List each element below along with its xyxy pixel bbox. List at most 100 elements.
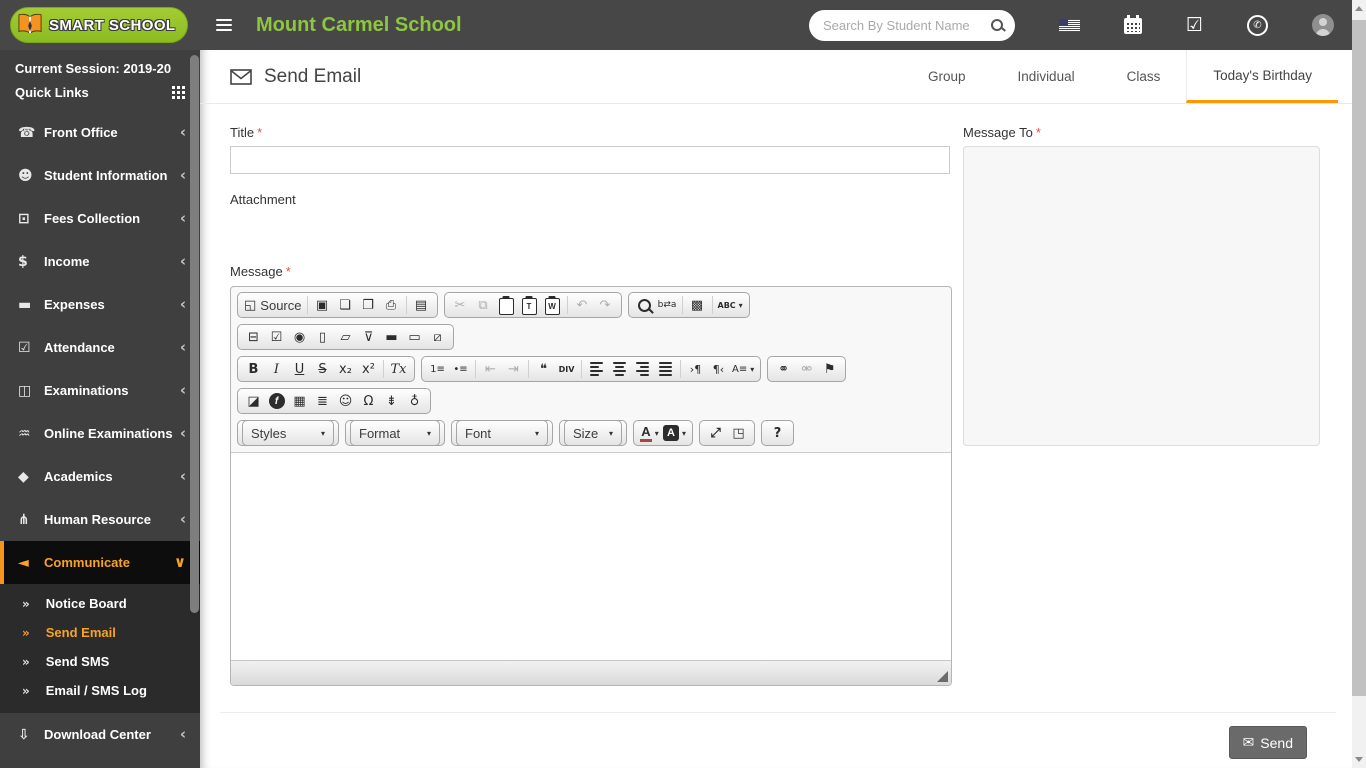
image-button-icon[interactable]: ▭ bbox=[403, 326, 426, 348]
replace-icon[interactable]: b⇄a bbox=[656, 294, 679, 316]
search-input[interactable] bbox=[821, 17, 987, 34]
sidebar-item-homework[interactable]: ⚗Homework‹ bbox=[0, 756, 200, 768]
language-icon[interactable]: A≡▾ bbox=[730, 358, 756, 380]
iframe-icon[interactable]: ♁ bbox=[403, 390, 426, 412]
sidebar-item-fees-collection[interactable]: ⊡Fees Collection‹ bbox=[0, 197, 200, 240]
show-blocks-icon[interactable]: ◳ bbox=[727, 422, 750, 444]
hidden-field-icon[interactable]: ⧄ bbox=[426, 326, 449, 348]
checkbox-icon[interactable]: ☑ bbox=[265, 326, 288, 348]
sidebar-item-income[interactable]: $Income‹ bbox=[0, 240, 200, 283]
templates-icon[interactable]: ▤ bbox=[410, 294, 433, 316]
redo-icon[interactable]: ↷ bbox=[594, 294, 617, 316]
whatsapp-icon[interactable]: ✆ bbox=[1247, 15, 1268, 36]
button-icon[interactable]: ▬ bbox=[380, 326, 403, 348]
bidi-ltr-icon[interactable]: ›¶ bbox=[684, 358, 707, 380]
tab-class[interactable]: Class bbox=[1101, 50, 1187, 103]
strikethrough-icon[interactable]: S bbox=[311, 358, 334, 380]
textarea-icon[interactable]: ▱ bbox=[334, 326, 357, 348]
table-icon[interactable]: ▦ bbox=[288, 390, 311, 412]
page-scrollbar-thumb[interactable] bbox=[1352, 20, 1366, 696]
user-avatar-icon[interactable] bbox=[1312, 14, 1334, 36]
background-color-icon[interactable]: A▾ bbox=[661, 422, 688, 444]
maximize-icon[interactable]: ⤢ bbox=[704, 422, 727, 444]
unlink-icon[interactable]: ⚮ bbox=[795, 358, 818, 380]
remove-format-icon[interactable]: Tx bbox=[387, 358, 410, 380]
page-scrollbar[interactable] bbox=[1352, 0, 1366, 768]
horizontal-line-icon[interactable]: ≣ bbox=[311, 390, 334, 412]
indent-icon[interactable]: ⇥ bbox=[502, 358, 525, 380]
image-icon[interactable]: ◪ bbox=[242, 390, 265, 412]
sidebar-item-student-information[interactable]: ☻Student Information‹ bbox=[0, 154, 200, 197]
editor-content-area[interactable] bbox=[231, 452, 951, 660]
smiley-icon[interactable]: ☺ bbox=[334, 390, 357, 412]
styles-dropdown[interactable]: Styles▾ bbox=[242, 420, 334, 446]
sidebar-item-attendance[interactable]: ☑Attendance‹ bbox=[0, 326, 200, 369]
send-button[interactable]: ✉ Send bbox=[1229, 726, 1307, 759]
save-icon[interactable]: ▣ bbox=[311, 294, 334, 316]
sidebar-scrollbar-thumb[interactable] bbox=[190, 55, 199, 613]
sidebar-item-expenses[interactable]: ▬Expenses‹ bbox=[0, 283, 200, 326]
print-icon[interactable]: ⎙ bbox=[380, 294, 403, 316]
paste-as-text-icon[interactable]: T bbox=[518, 294, 541, 316]
copy-icon[interactable]: ⧉ bbox=[472, 294, 495, 316]
subscript-icon[interactable]: x₂ bbox=[334, 358, 357, 380]
text-color-icon[interactable]: A▾ bbox=[638, 422, 661, 444]
todo-list-icon[interactable]: ☑ bbox=[1186, 16, 1203, 35]
outdent-icon[interactable]: ⇤ bbox=[479, 358, 502, 380]
calendar-icon[interactable] bbox=[1124, 16, 1142, 34]
sidebar-item-examinations[interactable]: ◫Examinations‹ bbox=[0, 369, 200, 412]
app-logo[interactable]: SMART SCHOOL bbox=[10, 7, 188, 43]
cut-icon[interactable]: ✂ bbox=[449, 294, 472, 316]
about-icon[interactable]: ? bbox=[766, 422, 789, 444]
preview-icon[interactable]: ❐ bbox=[357, 294, 380, 316]
align-center-icon[interactable] bbox=[608, 358, 631, 380]
size-dropdown[interactable]: Size▾ bbox=[564, 420, 622, 446]
find-icon[interactable] bbox=[633, 294, 656, 316]
text-field-icon[interactable]: ▯ bbox=[311, 326, 334, 348]
bidi-rtl-icon[interactable]: ¶‹ bbox=[707, 358, 730, 380]
quick-links-grid-icon[interactable] bbox=[172, 86, 175, 89]
blockquote-icon[interactable]: ❝ bbox=[532, 358, 555, 380]
anchor-icon[interactable]: ⚑ bbox=[818, 358, 841, 380]
tab-group[interactable]: Group bbox=[902, 50, 992, 103]
select-field-icon[interactable]: ⊽ bbox=[357, 326, 380, 348]
paste-from-word-icon[interactable]: W bbox=[541, 294, 564, 316]
title-input[interactable] bbox=[230, 146, 950, 174]
page-break-icon[interactable]: ⇟ bbox=[380, 390, 403, 412]
scrollbar-down-arrow-icon[interactable] bbox=[1355, 757, 1363, 762]
search-icon[interactable] bbox=[991, 19, 1003, 31]
sidebar-subitem-notice-board[interactable]: »Notice Board bbox=[0, 589, 200, 618]
link-icon[interactable]: ⚭ bbox=[772, 358, 795, 380]
scrollbar-up-arrow-icon[interactable] bbox=[1355, 6, 1363, 11]
underline-icon[interactable]: U bbox=[288, 358, 311, 380]
align-right-icon[interactable] bbox=[631, 358, 654, 380]
flash-icon[interactable]: f bbox=[265, 390, 288, 412]
format-dropdown[interactable]: Format▾ bbox=[350, 420, 440, 446]
sidebar-item-communicate[interactable]: ◄Communicate∨ bbox=[0, 541, 200, 584]
sidebar-subitem-email-sms-log[interactable]: »Email / SMS Log bbox=[0, 676, 200, 705]
sidebar-item-online-examinations[interactable]: ♒Online Examinations‹ bbox=[0, 412, 200, 455]
paste-icon[interactable] bbox=[495, 294, 518, 316]
radio-button-icon[interactable]: ◉ bbox=[288, 326, 311, 348]
align-justify-icon[interactable] bbox=[654, 358, 677, 380]
hamburger-menu-icon[interactable] bbox=[216, 16, 232, 34]
sidebar-item-download-center[interactable]: ⇩Download Center‹ bbox=[0, 713, 200, 756]
sidebar-subitem-send-sms[interactable]: »Send SMS bbox=[0, 647, 200, 676]
font-dropdown[interactable]: Font▾ bbox=[456, 420, 548, 446]
tab-today-s-birthday[interactable]: Today's Birthday bbox=[1186, 50, 1338, 103]
bulleted-list-icon[interactable]: •≡ bbox=[449, 358, 472, 380]
sidebar-subitem-send-email[interactable]: »Send Email bbox=[0, 618, 200, 647]
select-all-icon[interactable]: ▩ bbox=[686, 294, 709, 316]
italic-icon[interactable]: I bbox=[265, 358, 288, 380]
language-flag-icon[interactable] bbox=[1059, 19, 1080, 32]
numbered-list-icon[interactable]: 1≡ bbox=[426, 358, 449, 380]
editor-resize-handle[interactable] bbox=[937, 671, 948, 682]
superscript-icon[interactable]: x² bbox=[357, 358, 380, 380]
source-button[interactable]: ◱Source bbox=[242, 294, 304, 316]
form-icon[interactable]: ⊟ bbox=[242, 326, 265, 348]
sidebar-item-academics[interactable]: ◆Academics‹ bbox=[0, 455, 200, 498]
new-page-icon[interactable]: ❏ bbox=[334, 294, 357, 316]
spellcheck-icon[interactable]: ABC▾ bbox=[716, 294, 745, 316]
sidebar-item-front-office[interactable]: ☎Front Office‹ bbox=[0, 111, 200, 154]
special-character-icon[interactable]: Ω bbox=[357, 390, 380, 412]
